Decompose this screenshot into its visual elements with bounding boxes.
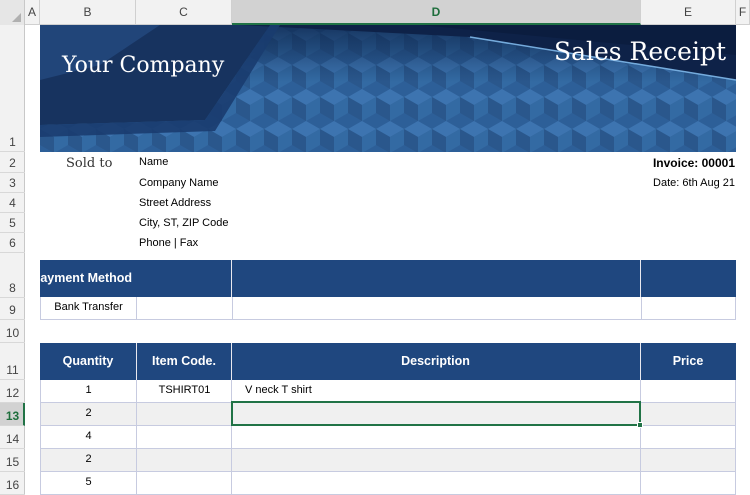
row-header-1[interactable]: 1 <box>0 25 25 152</box>
row-header-16[interactable]: 16 <box>0 472 25 495</box>
column-divider <box>640 449 641 471</box>
row-header-bar: 1 2 3 4 5 6 8 9 10 11 12 13 14 15 16 <box>0 25 25 495</box>
quantity-cell[interactable]: 2 <box>41 407 136 419</box>
header-quantity: Quantity <box>62 354 114 368</box>
row-header-label: 16 <box>5 478 20 492</box>
column-header-b[interactable]: B <box>40 0 136 25</box>
row-header-label: 6 <box>9 236 16 250</box>
column-divider <box>641 297 642 319</box>
table-row[interactable]: 2 <box>40 449 736 472</box>
row-header-5[interactable]: 5 <box>0 213 25 233</box>
row-header-label: 14 <box>5 432 20 446</box>
quantity-cell[interactable]: 2 <box>41 453 136 465</box>
row-header-label: 10 <box>5 326 20 340</box>
row-header-label: 1 <box>9 135 16 149</box>
quantity-cell[interactable]: 4 <box>41 430 136 442</box>
column-divider <box>231 426 232 448</box>
row-header-label: 15 <box>5 455 20 469</box>
row-header-label: 3 <box>9 176 16 190</box>
quantity-cell[interactable]: 5 <box>41 476 136 488</box>
row-header-11[interactable]: 11 <box>0 343 25 380</box>
row-header-label: 11 <box>6 363 19 377</box>
column-divider <box>231 260 232 297</box>
select-all-triangle-icon <box>12 13 21 22</box>
active-cell-selection[interactable] <box>231 401 643 428</box>
row-header-label: 5 <box>9 216 16 230</box>
column-divider <box>640 260 641 297</box>
row-header-label: 13 <box>5 409 20 423</box>
column-header-a[interactable]: A <box>25 0 40 25</box>
item-code-cell[interactable]: TSHIRT01 <box>137 384 232 396</box>
customer-phone: Phone | Fax <box>139 237 199 249</box>
table-row[interactable]: 5 <box>40 472 736 495</box>
row-header-label: 4 <box>9 196 16 210</box>
table-row[interactable]: 1 TSHIRT01 V neck T shirt <box>40 380 736 403</box>
customer-name: Name <box>139 156 169 168</box>
row-header-2[interactable]: 2 <box>0 152 25 173</box>
row-header-label: 12 <box>5 386 20 400</box>
row-header-15[interactable]: 15 <box>0 449 25 472</box>
column-header-d[interactable]: D <box>232 0 641 25</box>
row-header-label: 2 <box>9 156 16 170</box>
worksheet[interactable]: Your Company Sales Receipt Sold to Name … <box>26 25 750 495</box>
fill-handle[interactable] <box>637 422 643 428</box>
column-divider <box>136 449 137 471</box>
customer-city: City, ST, ZIP Code <box>139 217 229 229</box>
column-divider <box>640 426 641 448</box>
payment-method-label: Payment Method <box>40 271 133 285</box>
column-divider <box>136 472 137 494</box>
column-divider <box>136 297 137 319</box>
payment-method-value[interactable]: Bank Transfer <box>41 301 136 313</box>
row-header-14[interactable]: 14 <box>0 426 25 449</box>
row-header-4[interactable]: 4 <box>0 193 25 213</box>
column-divider <box>640 472 641 494</box>
row-header-13[interactable]: 13 <box>0 403 25 426</box>
column-header-e[interactable]: E <box>641 0 736 25</box>
column-divider <box>640 380 641 402</box>
items-table-header: Quantity Item Code. Description Price <box>40 343 736 380</box>
row-header-9[interactable]: 9 <box>0 298 25 320</box>
receipt-title: Sales Receipt <box>553 37 726 66</box>
customer-street: Street Address <box>139 197 212 209</box>
row-header-6[interactable]: 6 <box>0 233 25 253</box>
header-description: Description <box>401 354 470 368</box>
row-header-label: 8 <box>9 281 16 295</box>
column-header-c[interactable]: C <box>136 0 232 25</box>
select-all-button[interactable] <box>0 0 25 25</box>
row-header-10[interactable]: 10 <box>0 320 25 343</box>
invoice-date: Date: 6th Aug 21 <box>653 177 735 189</box>
quantity-cell[interactable]: 1 <box>41 384 136 396</box>
company-name: Your Company <box>62 53 225 78</box>
column-divider <box>232 297 233 319</box>
column-divider <box>231 449 232 471</box>
payment-method-row[interactable]: Bank Transfer <box>40 297 736 320</box>
table-row[interactable]: 4 <box>40 426 736 449</box>
column-divider <box>231 472 232 494</box>
customer-company: Company Name <box>139 177 219 189</box>
row-header-12[interactable]: 12 <box>0 380 25 403</box>
column-header-bar: A B C D E F <box>0 0 750 25</box>
description-cell[interactable]: V neck T shirt <box>245 384 312 396</box>
column-header-f[interactable]: F <box>736 0 750 25</box>
column-divider <box>136 426 137 448</box>
row-header-8[interactable]: 8 <box>0 253 25 298</box>
header-item-code: Item Code. <box>152 354 216 368</box>
payment-method-header: Payment Method <box>40 260 736 297</box>
column-divider <box>231 380 232 402</box>
row-header-label: 9 <box>9 303 16 317</box>
column-divider <box>136 403 137 425</box>
receipt-banner: Your Company Sales Receipt <box>40 25 736 152</box>
sold-to-label: Sold to <box>66 156 113 171</box>
invoice-number: Invoice: 00001 <box>652 156 735 170</box>
header-price: Price <box>672 354 704 368</box>
row-header-3[interactable]: 3 <box>0 173 25 193</box>
